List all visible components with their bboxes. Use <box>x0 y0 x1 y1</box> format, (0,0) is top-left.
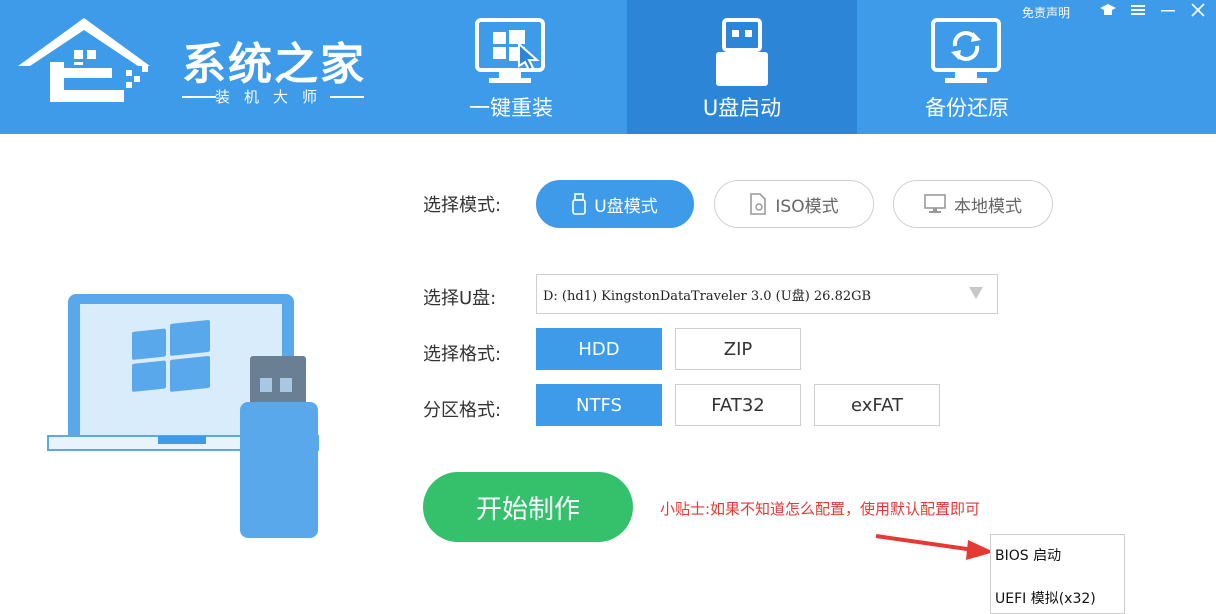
tab-label: 一键重装 <box>469 96 553 120</box>
iso-mode-label: ISO模式 <box>775 196 839 217</box>
tip-text: 小贴士:如果不知道怎么配置，使用默认配置即可 <box>660 500 981 518</box>
red-arrow-annotation <box>875 534 994 560</box>
partition-fat32-button[interactable]: FAT32 <box>675 384 801 426</box>
usb-drive-value: D: (hd1) KingstonDataTraveler 3.0 (U盘) 2… <box>543 288 872 304</box>
hat-icon[interactable] <box>1100 3 1116 21</box>
monitor-windows-icon <box>471 18 551 88</box>
local-mode-button[interactable]: 本地模式 <box>893 180 1053 228</box>
usb-drive-icon <box>702 18 782 88</box>
mode-label: 选择模式: <box>423 195 502 216</box>
house-logo-icon <box>18 18 150 102</box>
desktop-icon <box>924 194 946 213</box>
menu-item-uefi[interactable]: UEFI 模拟(x32) <box>995 588 1096 608</box>
minimize-icon[interactable] <box>1160 3 1176 21</box>
format-zip-button[interactable]: ZIP <box>675 328 801 370</box>
usb-mode-label: U盘模式 <box>594 196 658 217</box>
app-logo: 系统之家 装机大师 <box>14 10 374 110</box>
logo-subtitle: 装机大师 <box>182 86 364 107</box>
partition-ntfs-button[interactable]: NTFS <box>536 384 662 426</box>
usb-mode-button[interactable]: U盘模式 <box>536 180 694 228</box>
boot-mode-menu: BIOS 启动 UEFI 模拟(x32) <box>990 534 1125 614</box>
menu-icon[interactable] <box>1130 3 1146 21</box>
app-header: 系统之家 装机大师 一键重装 U盘启动 备份还原 免责声明 <box>0 0 1216 134</box>
laptop-usb-illustration <box>47 294 319 538</box>
iso-mode-button[interactable]: ISO模式 <box>714 180 874 228</box>
menu-item-bios[interactable]: BIOS 启动 <box>995 545 1061 565</box>
usb-select-label: 选择U盘: <box>423 288 497 309</box>
window-controls: 免责声明 <box>1022 2 1206 22</box>
dropdown-arrow-icon <box>969 287 983 299</box>
close-icon[interactable] <box>1190 3 1206 21</box>
iso-file-icon <box>750 193 767 215</box>
local-mode-label: 本地模式 <box>954 196 1022 217</box>
tab-usb-boot[interactable]: U盘启动 <box>627 0 857 134</box>
format-hdd-button[interactable]: HDD <box>536 328 662 370</box>
disclaimer-link[interactable]: 免责声明 <box>1022 4 1070 21</box>
backup-restore-icon <box>927 18 1007 88</box>
start-button[interactable]: 开始制作 <box>423 472 633 542</box>
format-label: 选择格式: <box>423 344 502 365</box>
partition-exfat-button[interactable]: exFAT <box>814 384 940 426</box>
usb-stick-icon <box>572 193 587 215</box>
usb-drive-select[interactable]: D: (hd1) KingstonDataTraveler 3.0 (U盘) 2… <box>536 274 998 314</box>
tab-label: U盘启动 <box>702 96 782 120</box>
tab-one-click-reinstall[interactable]: 一键重装 <box>396 0 626 134</box>
logo-title: 系统之家 <box>182 39 366 90</box>
tab-label: 备份还原 <box>925 96 1009 120</box>
partition-label: 分区格式: <box>423 400 502 421</box>
